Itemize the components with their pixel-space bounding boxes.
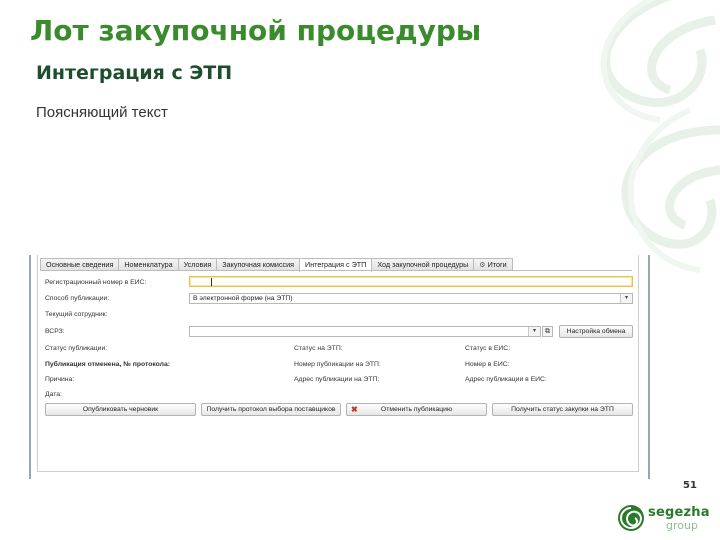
tab-label: Ход закупочной процедуры — [377, 260, 469, 269]
text-cursor — [211, 278, 212, 286]
logo-text: segezha — [648, 505, 710, 520]
tab-label: Основные сведения — [46, 260, 114, 269]
etp-pub-number-label: Номер публикации на ЭТП: — [294, 361, 381, 368]
chevron-down-icon[interactable]: ▾ — [620, 294, 632, 303]
publish-draft-button[interactable]: Опубликовать черновик — [45, 403, 196, 416]
pub-method-value: В электронной форме (на ЭТП) — [193, 295, 293, 302]
screenshot-left-border — [29, 255, 31, 479]
eis-status-label: Статус в ЕИС: — [465, 345, 511, 352]
cancel-publication-label: Отменить публикацию — [380, 406, 453, 413]
slide-title: Лот закупочной процедуры — [30, 14, 482, 47]
reg-number-label: Регистрационный номер в ЕИС: — [45, 279, 147, 286]
eis-pub-address-label: Адрес публикации в ЕИС: — [465, 376, 547, 383]
tab-label: Интеграция с ЭТП — [305, 260, 367, 269]
open-icon[interactable]: ⧉ — [542, 326, 553, 337]
get-eis-status-button[interactable]: Получить статус закупки на ЭТП — [492, 403, 633, 416]
explanatory-text: Поясняющий текст — [36, 104, 168, 121]
page-number: 51 — [683, 480, 697, 491]
eis-number-label: Номер в ЕИС: — [465, 361, 510, 368]
pub-method-select[interactable]: В электронной форме (на ЭТП) ▾ — [189, 293, 633, 304]
cancel-publication-button[interactable]: ✖ Отменить публикацию — [346, 403, 487, 416]
reg-number-input[interactable] — [189, 276, 633, 287]
chevron-down-icon[interactable]: ▾ — [528, 327, 540, 336]
pub-status-label: Статус публикации: — [45, 345, 108, 352]
screenshot-right-border — [648, 255, 650, 479]
form-screenshot: Основные сведения Номенклатура Условия З… — [29, 255, 650, 479]
tab-label: Закупочная комиссия — [222, 260, 295, 269]
date-label: Дата: — [45, 391, 62, 398]
current-employee-label: Текущий сотрудник: — [45, 311, 108, 318]
tab-label: Номенклатура — [124, 260, 173, 269]
pub-cancelled-label: Публикация отменена, № протокола: — [45, 361, 171, 368]
vsrz-label: ВСРЗ: — [45, 328, 65, 335]
tab-label: Итоги — [487, 260, 507, 269]
logo-text-sub: group — [666, 519, 698, 532]
vsrz-input[interactable]: ▾ — [189, 326, 541, 337]
pub-method-label: Способ публикации: — [45, 295, 110, 302]
close-icon: ✖ — [351, 405, 358, 414]
tab-label: Условия — [183, 260, 212, 269]
exchange-settings-button[interactable]: Настройка обмена — [559, 325, 633, 338]
get-supplier-protocol-button[interactable]: Получить протокол выбора поставщиков — [201, 403, 341, 416]
tab-underline — [40, 270, 632, 271]
slide-subtitle: Интеграция с ЭТП — [36, 62, 233, 84]
etp-status-label: Статус на ЭТП: — [294, 345, 343, 352]
reason-label: Причина: — [45, 376, 75, 383]
logo-spiral-icon — [618, 505, 644, 531]
segezha-logo: segezha group — [616, 501, 712, 535]
etp-pub-address-label: Адрес публикации на ЭТП: — [294, 376, 380, 383]
